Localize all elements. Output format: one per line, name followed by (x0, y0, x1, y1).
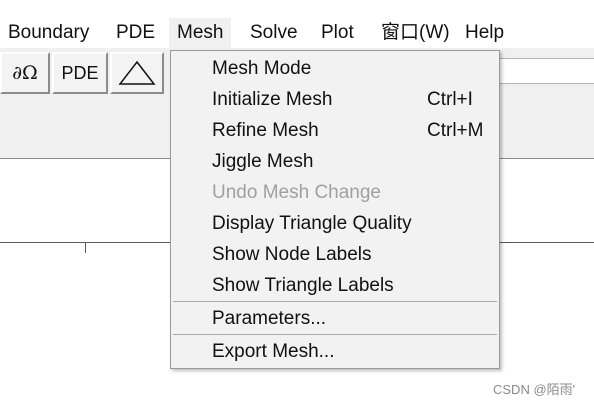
menu-item-initialize-mesh[interactable]: Initialize Mesh Ctrl+I (171, 85, 499, 115)
menu-item-label: Initialize Mesh (212, 89, 333, 110)
axis-tick (85, 243, 86, 253)
menu-item-shortcut: Ctrl+I (427, 89, 473, 110)
menu-item-parameters[interactable]: Parameters... (171, 304, 499, 334)
menu-plot[interactable]: Plot (313, 18, 362, 48)
triangle-icon (117, 59, 157, 87)
menu-item-export-mesh[interactable]: Export Mesh... (171, 337, 499, 367)
menu-solve[interactable]: Solve (242, 18, 306, 48)
menu-mesh[interactable]: Mesh (169, 18, 232, 48)
menu-item-label: Mesh Mode (212, 58, 312, 79)
menu-item-show-triangle-labels[interactable]: Show Triangle Labels (171, 271, 499, 301)
menu-item-label: Jiggle Mesh (212, 151, 314, 172)
menu-item-label: Refine Mesh (212, 120, 319, 141)
watermark: CSDN @陌雨' (493, 382, 576, 397)
menu-pde[interactable]: PDE (108, 18, 163, 48)
menu-separator (173, 334, 497, 335)
menu-item-display-triangle-quality[interactable]: Display Triangle Quality (171, 209, 499, 239)
menu-item-jiggle-mesh[interactable]: Jiggle Mesh (171, 147, 499, 177)
menu-bar: Boundary PDE Mesh Solve Plot 窗口(W) Help (0, 0, 594, 48)
menu-window[interactable]: 窗口(W) (373, 18, 458, 48)
mesh-triangle-button[interactable] (110, 52, 164, 94)
menu-help[interactable]: Help (457, 18, 512, 48)
pde-button[interactable]: PDE (52, 52, 108, 94)
toolbar-input[interactable] (497, 58, 594, 84)
menu-item-show-node-labels[interactable]: Show Node Labels (171, 240, 499, 270)
menu-item-label: Export Mesh... (212, 341, 335, 362)
menu-item-label: Parameters... (212, 308, 327, 329)
menu-boundary[interactable]: Boundary (0, 18, 97, 48)
boundary-mode-button[interactable]: ∂Ω (0, 52, 50, 94)
menu-item-refine-mesh[interactable]: Refine Mesh Ctrl+M (171, 116, 499, 146)
menu-item-label: Display Triangle Quality (212, 213, 412, 234)
menu-item-mesh-mode[interactable]: Mesh Mode (171, 54, 499, 84)
menu-item-label: Show Triangle Labels (212, 275, 394, 296)
menu-item-undo-mesh-change: Undo Mesh Change (171, 178, 499, 208)
menu-item-label: Undo Mesh Change (212, 182, 381, 203)
menu-item-shortcut: Ctrl+M (427, 120, 484, 141)
menu-item-label: Show Node Labels (212, 244, 372, 265)
mesh-dropdown-menu: Mesh Mode Initialize Mesh Ctrl+I Refine … (170, 50, 500, 369)
menu-separator (173, 301, 497, 302)
